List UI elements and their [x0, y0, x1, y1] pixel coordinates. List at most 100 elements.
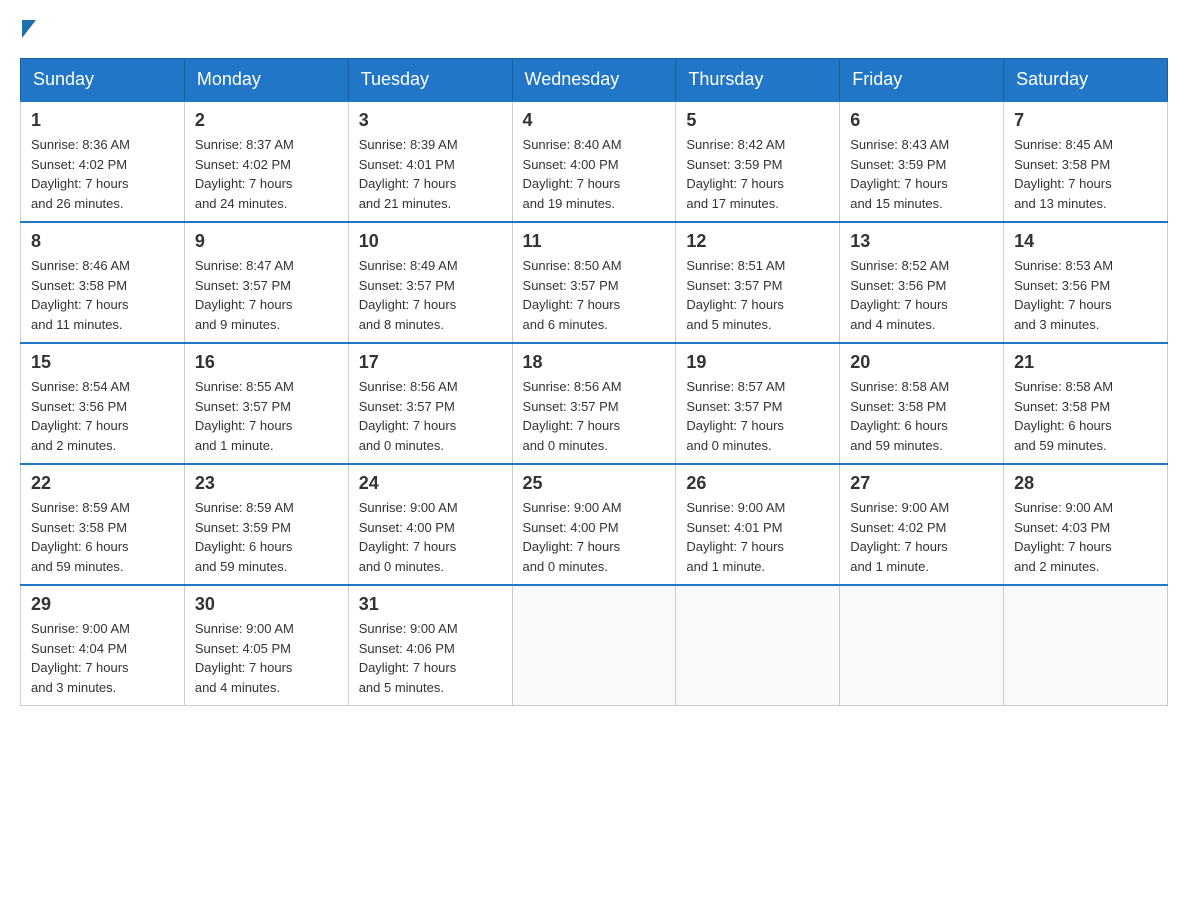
day-cell-31: 31 Sunrise: 9:00 AMSunset: 4:06 PMDayligh…: [348, 585, 512, 706]
day-info-1: Sunrise: 8:36 AMSunset: 4:02 PMDaylight:…: [31, 135, 174, 213]
day-number-9: 9: [195, 231, 338, 252]
day-number-27: 27: [850, 473, 993, 494]
day-cell-17: 17 Sunrise: 8:56 AMSunset: 3:57 PMDayligh…: [348, 343, 512, 464]
day-cell-12: 12 Sunrise: 8:51 AMSunset: 3:57 PMDayligh…: [676, 222, 840, 343]
day-cell-26: 26Sunrise: 9:00 AMSunset: 4:01 PMDayligh…: [676, 464, 840, 585]
day-cell-20: 20Sunrise: 8:58 AMSunset: 3:58 PMDayligh…: [840, 343, 1004, 464]
day-number-25: 25: [523, 473, 666, 494]
weekday-thursday: Thursday: [676, 59, 840, 102]
logo-arrow-icon: [22, 20, 36, 38]
day-info-23: Sunrise: 8:59 AMSunset: 3:59 PMDaylight:…: [195, 498, 338, 576]
day-info-12: Sunrise: 8:51 AMSunset: 3:57 PMDaylight:…: [686, 256, 829, 334]
day-cell-7: 7Sunrise: 8:45 AMSunset: 3:58 PMDaylight…: [1004, 101, 1168, 222]
day-cell-30: 30 Sunrise: 9:00 AMSunset: 4:05 PMDayligh…: [184, 585, 348, 706]
day-info-15: Sunrise: 8:54 AMSunset: 3:56 PMDaylight:…: [31, 377, 174, 455]
day-cell-27: 27 Sunrise: 9:00 AMSunset: 4:02 PMDayligh…: [840, 464, 1004, 585]
day-number-5: 5: [686, 110, 829, 131]
day-info-16: Sunrise: 8:55 AMSunset: 3:57 PMDaylight:…: [195, 377, 338, 455]
day-cell-22: 22Sunrise: 8:59 AMSunset: 3:58 PMDayligh…: [21, 464, 185, 585]
day-info-19: Sunrise: 8:57 AMSunset: 3:57 PMDaylight:…: [686, 377, 829, 455]
empty-cell-w4-d5: [840, 585, 1004, 706]
page-header: [20, 20, 1168, 38]
day-info-24: Sunrise: 9:00 AMSunset: 4:00 PMDaylight:…: [359, 498, 502, 576]
day-info-27: Sunrise: 9:00 AMSunset: 4:02 PMDaylight:…: [850, 498, 993, 576]
day-number-18: 18: [523, 352, 666, 373]
day-cell-9: 9 Sunrise: 8:47 AMSunset: 3:57 PMDaylight…: [184, 222, 348, 343]
logo: [20, 20, 36, 38]
day-number-15: 15: [31, 352, 174, 373]
day-info-3: Sunrise: 8:39 AMSunset: 4:01 PMDaylight:…: [359, 135, 502, 213]
day-cell-19: 19 Sunrise: 8:57 AMSunset: 3:57 PMDayligh…: [676, 343, 840, 464]
day-info-2: Sunrise: 8:37 AMSunset: 4:02 PMDaylight:…: [195, 135, 338, 213]
week-row-1: 1 Sunrise: 8:36 AMSunset: 4:02 PMDaylight…: [21, 101, 1168, 222]
weekday-wednesday: Wednesday: [512, 59, 676, 102]
day-cell-24: 24 Sunrise: 9:00 AMSunset: 4:00 PMDayligh…: [348, 464, 512, 585]
week-row-2: 8Sunrise: 8:46 AMSunset: 3:58 PMDaylight…: [21, 222, 1168, 343]
weekday-friday: Friday: [840, 59, 1004, 102]
day-number-16: 16: [195, 352, 338, 373]
empty-cell-w4-d4: [676, 585, 840, 706]
empty-cell-w4-d6: [1004, 585, 1168, 706]
week-row-3: 15 Sunrise: 8:54 AMSunset: 3:56 PMDayligh…: [21, 343, 1168, 464]
day-cell-23: 23 Sunrise: 8:59 AMSunset: 3:59 PMDayligh…: [184, 464, 348, 585]
day-number-12: 12: [686, 231, 829, 252]
day-cell-25: 25 Sunrise: 9:00 AMSunset: 4:00 PMDayligh…: [512, 464, 676, 585]
day-number-1: 1: [31, 110, 174, 131]
day-number-29: 29: [31, 594, 174, 615]
day-info-26: Sunrise: 9:00 AMSunset: 4:01 PMDaylight:…: [686, 498, 829, 576]
day-cell-8: 8Sunrise: 8:46 AMSunset: 3:58 PMDaylight…: [21, 222, 185, 343]
week-row-4: 22Sunrise: 8:59 AMSunset: 3:58 PMDayligh…: [21, 464, 1168, 585]
day-info-22: Sunrise: 8:59 AMSunset: 3:58 PMDaylight:…: [31, 498, 174, 576]
day-info-30: Sunrise: 9:00 AMSunset: 4:05 PMDaylight:…: [195, 619, 338, 697]
day-cell-6: 6Sunrise: 8:43 AMSunset: 3:59 PMDaylight…: [840, 101, 1004, 222]
day-number-6: 6: [850, 110, 993, 131]
day-number-28: 28: [1014, 473, 1157, 494]
weekday-tuesday: Tuesday: [348, 59, 512, 102]
day-cell-2: 2 Sunrise: 8:37 AMSunset: 4:02 PMDaylight…: [184, 101, 348, 222]
weekday-saturday: Saturday: [1004, 59, 1168, 102]
day-number-14: 14: [1014, 231, 1157, 252]
day-info-29: Sunrise: 9:00 AMSunset: 4:04 PMDaylight:…: [31, 619, 174, 697]
day-cell-3: 3 Sunrise: 8:39 AMSunset: 4:01 PMDaylight…: [348, 101, 512, 222]
day-number-30: 30: [195, 594, 338, 615]
weekday-header-row: SundayMondayTuesdayWednesdayThursdayFrid…: [21, 59, 1168, 102]
day-cell-13: 13Sunrise: 8:52 AMSunset: 3:56 PMDayligh…: [840, 222, 1004, 343]
day-cell-10: 10 Sunrise: 8:49 AMSunset: 3:57 PMDayligh…: [348, 222, 512, 343]
day-info-28: Sunrise: 9:00 AMSunset: 4:03 PMDaylight:…: [1014, 498, 1157, 576]
day-cell-11: 11 Sunrise: 8:50 AMSunset: 3:57 PMDayligh…: [512, 222, 676, 343]
day-cell-15: 15 Sunrise: 8:54 AMSunset: 3:56 PMDayligh…: [21, 343, 185, 464]
day-cell-4: 4 Sunrise: 8:40 AMSunset: 4:00 PMDaylight…: [512, 101, 676, 222]
day-number-24: 24: [359, 473, 502, 494]
day-info-14: Sunrise: 8:53 AMSunset: 3:56 PMDaylight:…: [1014, 256, 1157, 334]
day-number-19: 19: [686, 352, 829, 373]
day-cell-1: 1 Sunrise: 8:36 AMSunset: 4:02 PMDaylight…: [21, 101, 185, 222]
day-number-4: 4: [523, 110, 666, 131]
day-number-23: 23: [195, 473, 338, 494]
day-info-31: Sunrise: 9:00 AMSunset: 4:06 PMDaylight:…: [359, 619, 502, 697]
day-info-21: Sunrise: 8:58 AMSunset: 3:58 PMDaylight:…: [1014, 377, 1157, 455]
week-row-5: 29 Sunrise: 9:00 AMSunset: 4:04 PMDayligh…: [21, 585, 1168, 706]
day-cell-14: 14 Sunrise: 8:53 AMSunset: 3:56 PMDayligh…: [1004, 222, 1168, 343]
weekday-monday: Monday: [184, 59, 348, 102]
day-number-10: 10: [359, 231, 502, 252]
day-info-9: Sunrise: 8:47 AMSunset: 3:57 PMDaylight:…: [195, 256, 338, 334]
day-cell-18: 18Sunrise: 8:56 AMSunset: 3:57 PMDayligh…: [512, 343, 676, 464]
day-info-17: Sunrise: 8:56 AMSunset: 3:57 PMDaylight:…: [359, 377, 502, 455]
day-info-5: Sunrise: 8:42 AMSunset: 3:59 PMDaylight:…: [686, 135, 829, 213]
day-cell-28: 28 Sunrise: 9:00 AMSunset: 4:03 PMDayligh…: [1004, 464, 1168, 585]
day-cell-5: 5 Sunrise: 8:42 AMSunset: 3:59 PMDaylight…: [676, 101, 840, 222]
day-number-20: 20: [850, 352, 993, 373]
day-info-25: Sunrise: 9:00 AMSunset: 4:00 PMDaylight:…: [523, 498, 666, 576]
day-number-17: 17: [359, 352, 502, 373]
day-number-31: 31: [359, 594, 502, 615]
day-number-3: 3: [359, 110, 502, 131]
day-info-11: Sunrise: 8:50 AMSunset: 3:57 PMDaylight:…: [523, 256, 666, 334]
day-info-10: Sunrise: 8:49 AMSunset: 3:57 PMDaylight:…: [359, 256, 502, 334]
day-number-11: 11: [523, 231, 666, 252]
day-number-21: 21: [1014, 352, 1157, 373]
day-number-2: 2: [195, 110, 338, 131]
day-cell-29: 29 Sunrise: 9:00 AMSunset: 4:04 PMDayligh…: [21, 585, 185, 706]
calendar-table: SundayMondayTuesdayWednesdayThursdayFrid…: [20, 58, 1168, 706]
day-info-4: Sunrise: 8:40 AMSunset: 4:00 PMDaylight:…: [523, 135, 666, 213]
day-info-7: Sunrise: 8:45 AMSunset: 3:58 PMDaylight:…: [1014, 135, 1157, 213]
